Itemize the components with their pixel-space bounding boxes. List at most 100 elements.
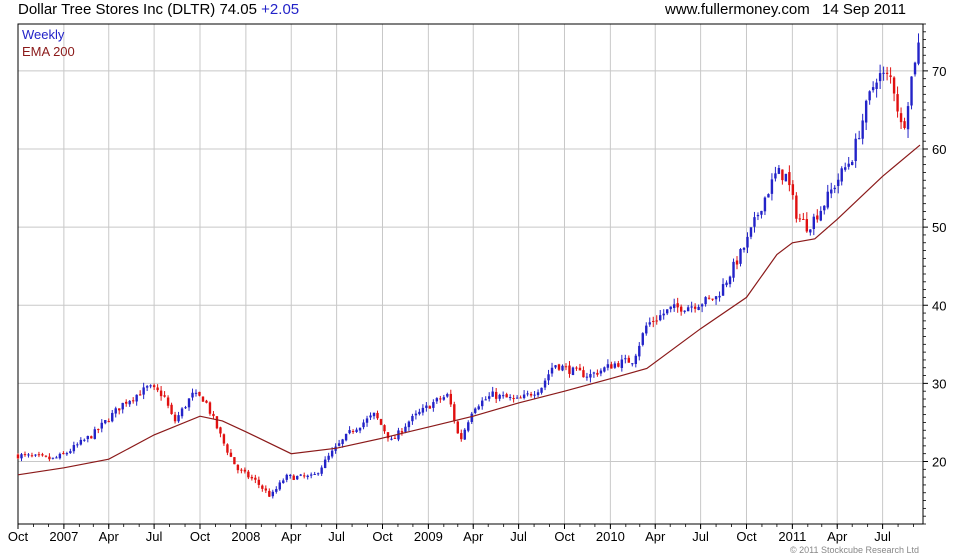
candle-body xyxy=(177,415,180,422)
candle-body xyxy=(376,412,379,419)
candle-body xyxy=(76,444,79,446)
candle-body xyxy=(910,76,913,106)
candle-body xyxy=(519,397,522,399)
candle-body xyxy=(358,427,362,431)
candle-body xyxy=(289,474,292,476)
candle-body xyxy=(882,72,885,74)
candle-body xyxy=(254,477,257,480)
candle-body xyxy=(784,173,788,182)
candle-body xyxy=(121,402,124,410)
candle-body xyxy=(236,464,240,471)
candle-body xyxy=(65,453,69,455)
candle-body xyxy=(913,62,917,75)
candle-body xyxy=(435,398,439,402)
candle-body xyxy=(631,363,634,365)
candle-body xyxy=(37,454,41,456)
candle-body xyxy=(135,394,138,402)
candle-body xyxy=(275,489,278,492)
candle-body xyxy=(439,398,442,400)
candle-body xyxy=(746,236,749,248)
candle-body xyxy=(215,416,219,429)
x-tick-label: Jul xyxy=(874,529,891,544)
candle-body xyxy=(557,364,561,370)
y-tick-label: 30 xyxy=(932,376,946,391)
x-tick-label: Apr xyxy=(827,529,848,544)
candlestick-series xyxy=(16,33,920,499)
candle-body xyxy=(568,365,571,374)
candle-body xyxy=(802,218,805,220)
candle-body xyxy=(679,306,683,312)
candle-body xyxy=(840,168,843,182)
candle-body xyxy=(163,395,166,397)
candle-body xyxy=(170,404,173,414)
x-tick-label: Oct xyxy=(8,529,29,544)
candle-body xyxy=(97,429,100,431)
candle-body xyxy=(641,333,644,345)
candle-body xyxy=(100,422,103,429)
candle-body xyxy=(505,394,508,398)
candle-body xyxy=(899,113,903,123)
candle-body xyxy=(481,400,484,407)
candle-body xyxy=(470,413,473,422)
candle-body xyxy=(774,173,777,179)
candle-body xyxy=(313,474,316,476)
candle-body xyxy=(697,306,700,310)
candle-body xyxy=(620,359,624,368)
candle-body xyxy=(323,459,327,469)
candle-body xyxy=(693,306,697,309)
candle-body xyxy=(198,391,201,396)
candle-body xyxy=(484,399,487,401)
candle-body xyxy=(763,197,767,212)
candle-body xyxy=(700,304,704,307)
candle-body xyxy=(327,455,330,460)
candle-body xyxy=(830,189,833,194)
candle-body xyxy=(316,473,320,475)
candle-body xyxy=(645,325,648,334)
candle-body xyxy=(613,363,617,368)
candle-body xyxy=(390,438,393,440)
candle-body xyxy=(20,454,23,459)
x-tick-label: Apr xyxy=(463,529,484,544)
candle-body xyxy=(219,427,222,434)
candle-body xyxy=(903,121,906,129)
copyright: © 2011 Stockcube Research Ltd xyxy=(790,545,920,555)
x-tick-label: 2010 xyxy=(596,529,625,544)
candle-body xyxy=(617,363,620,367)
candle-body xyxy=(554,365,557,368)
candle-body xyxy=(16,454,20,459)
candle-body xyxy=(805,219,809,232)
candle-body xyxy=(93,429,96,439)
candle-body xyxy=(529,393,533,396)
candle-body xyxy=(306,475,309,478)
candle-body xyxy=(606,364,610,368)
candle-body xyxy=(892,77,896,94)
candle-body xyxy=(330,450,334,457)
candle-body xyxy=(798,218,802,220)
candle-body xyxy=(735,260,739,265)
candle-body xyxy=(229,452,233,457)
candle-body xyxy=(240,469,243,471)
candle-body xyxy=(449,393,453,405)
candle-body xyxy=(823,205,826,211)
candle-body xyxy=(180,408,184,417)
x-tick-label: Jul xyxy=(328,529,345,544)
candle-body xyxy=(561,365,564,371)
candle-body xyxy=(446,394,449,397)
candle-body xyxy=(788,172,791,186)
candle-body xyxy=(707,297,711,299)
candle-body xyxy=(114,408,117,414)
candle-body xyxy=(442,397,446,400)
candle-body xyxy=(634,355,637,364)
x-tick-label: Apr xyxy=(645,529,666,544)
candle-body xyxy=(351,431,355,433)
candle-body xyxy=(589,374,592,378)
candle-body xyxy=(285,474,288,480)
candle-body xyxy=(833,187,836,190)
candle-body xyxy=(533,394,536,396)
candle-body xyxy=(400,431,404,433)
candle-body xyxy=(418,411,421,415)
candle-body xyxy=(819,210,822,221)
candle-body xyxy=(610,364,613,369)
candle-body xyxy=(48,456,51,460)
stock-chart: Oct 2007 Apr Jul Oct 2008 Apr Jul Oct 2009 Apr Jul O… xyxy=(8,23,946,544)
